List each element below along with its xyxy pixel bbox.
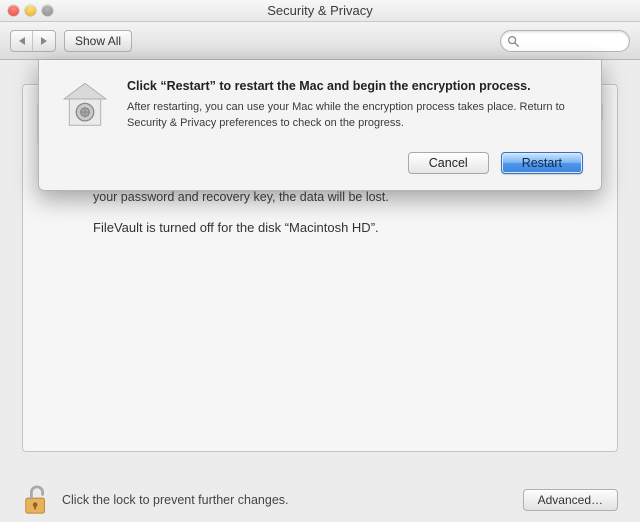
back-triangle-icon bbox=[19, 37, 25, 45]
warning-text-visible: your password and recovery key, the data… bbox=[93, 189, 603, 206]
nav-back-forward bbox=[10, 30, 56, 52]
back-button[interactable] bbox=[11, 31, 33, 51]
toolbar: Show All bbox=[0, 22, 640, 60]
search-icon bbox=[506, 34, 520, 48]
show-all-button[interactable]: Show All bbox=[64, 30, 132, 52]
sheet-description: After restarting, you can use your Mac w… bbox=[127, 100, 583, 131]
filevault-status: FileVault is turned off for the disk “Ma… bbox=[93, 220, 603, 235]
lock-text: Click the lock to prevent further change… bbox=[62, 493, 289, 507]
unlocked-padlock-icon[interactable] bbox=[22, 485, 52, 515]
content-area: Click “Restart” to restart the Mac and b… bbox=[0, 60, 640, 522]
footer: Click the lock to prevent further change… bbox=[0, 478, 640, 522]
titlebar: Security & Privacy bbox=[0, 0, 640, 22]
safe-house-icon bbox=[57, 78, 113, 134]
sheet-title: Click “Restart” to restart the Mac and b… bbox=[127, 78, 583, 94]
forward-button[interactable] bbox=[33, 31, 55, 51]
cancel-button[interactable]: Cancel bbox=[408, 152, 489, 174]
restart-button[interactable]: Restart bbox=[501, 152, 583, 174]
restart-sheet: Click “Restart” to restart the Mac and b… bbox=[38, 60, 602, 191]
window-title: Security & Privacy bbox=[0, 3, 640, 18]
forward-triangle-icon bbox=[41, 37, 47, 45]
search-field-wrap bbox=[500, 30, 630, 52]
advanced-button[interactable]: Advanced… bbox=[523, 489, 618, 511]
